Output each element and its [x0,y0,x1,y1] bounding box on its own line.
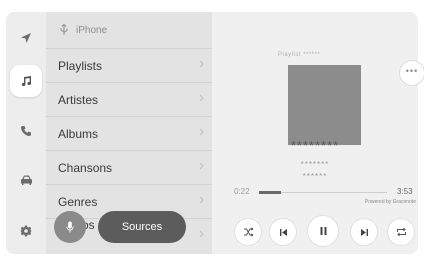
list-item-artistes[interactable]: Artistes [46,82,212,116]
pause-icon [320,227,326,235]
nav-item-settings[interactable] [6,211,46,251]
more-options-button[interactable]: ••• [399,60,424,86]
shuffle-icon [243,227,254,237]
skip-next-icon [360,228,368,236]
repeat-button[interactable] [387,218,415,246]
list-item-albums[interactable]: Albums [46,116,212,150]
track-title: ******** [290,138,340,153]
chevron-right-icon [199,230,204,238]
skip-previous-icon [279,228,287,236]
list-item-label: Artistes [58,92,99,107]
sources-button-label: Sources [121,221,163,233]
phone-icon [21,126,31,136]
shuffle-button[interactable] [234,218,262,246]
chevron-right-icon [199,196,204,204]
list-item-playlists[interactable]: Playlists [46,48,212,82]
navigation-arrow-icon [21,33,31,43]
chevron-right-icon [199,60,204,68]
list-item-chansons[interactable]: Chansons [46,150,212,184]
list-item-label: Chansons [58,160,113,175]
usb-icon [60,24,68,35]
chevron-right-icon [199,94,204,102]
gear-icon [20,225,32,237]
nav-item-navigation[interactable] [6,18,46,58]
audio-screen: iPhone Playlists Artistes Albums Chanson… [0,0,424,262]
track-artist: ******* [300,160,330,169]
microphone-icon [66,221,74,233]
voice-button[interactable] [54,211,86,243]
progress-bar[interactable] [259,191,387,194]
repeat-icon [396,227,406,237]
sources-button[interactable]: Sources [98,211,186,243]
progress-fill [259,191,281,194]
track-album: ****** [302,172,328,181]
list-item-label: Playlists [58,58,103,73]
previous-track-button[interactable] [269,218,297,246]
chevron-right-icon [199,162,204,170]
list-item-label: Genres [58,194,98,209]
chevron-right-icon [199,128,204,136]
album-artwork [288,65,361,145]
total-time: 3:53 [397,187,413,196]
elapsed-time: 0:22 [234,187,250,196]
source-header: iPhone [46,12,212,48]
more-dots-icon: ••• [405,65,419,76]
nav-item-phone[interactable] [6,111,46,151]
powered-by-label: Powered by Gracenote [364,199,416,205]
next-track-button[interactable] [350,218,378,246]
music-note-icon [21,76,31,86]
playlist-label: Playlist ****** [278,52,321,58]
list-item-label: Albums [58,126,99,141]
nav-rail [6,12,46,254]
nav-item-audio-highlight [10,65,42,97]
source-label: iPhone [76,24,108,36]
nav-item-audio[interactable] [6,61,46,101]
play-pause-button[interactable] [307,215,339,247]
car-icon [20,175,32,185]
nav-item-vehicle[interactable] [6,160,46,200]
